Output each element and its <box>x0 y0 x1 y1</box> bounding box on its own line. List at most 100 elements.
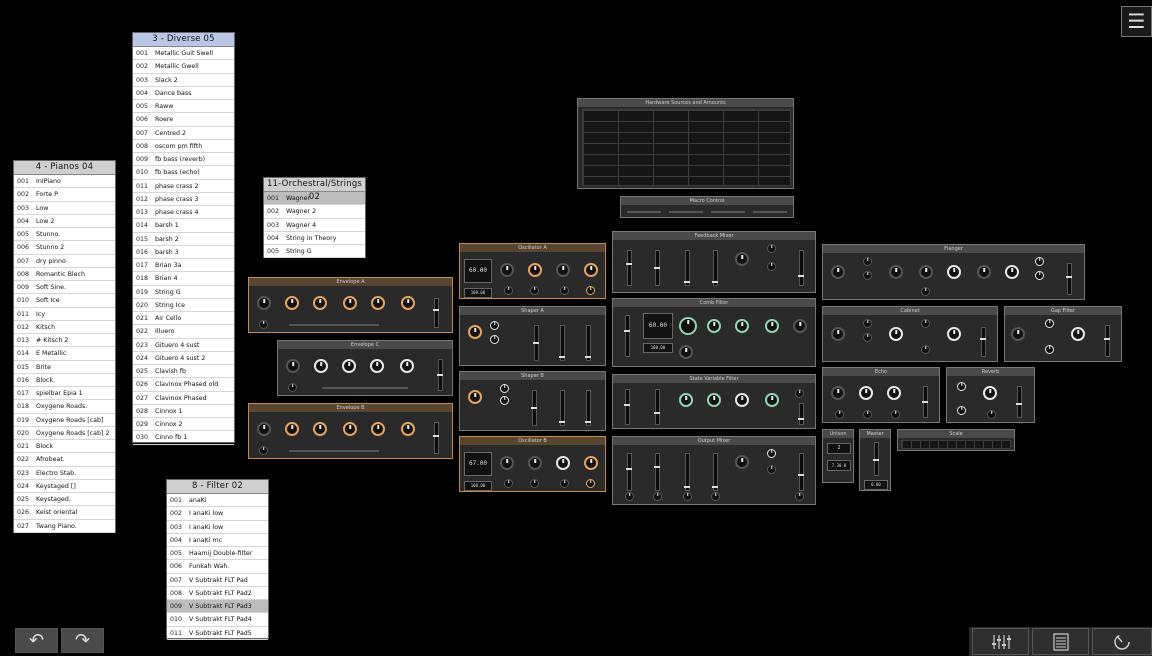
env-a-small-knob[interactable] <box>259 320 268 329</box>
env-c-slider[interactable] <box>322 387 408 389</box>
env-c-sustain-knob[interactable] <box>370 359 384 373</box>
preset-row[interactable]: 015 barsh 2 <box>133 233 234 246</box>
sound-view-button[interactable] <box>1092 628 1152 655</box>
env-a-decay2-knob[interactable] <box>371 296 385 310</box>
preset-row[interactable]: 023 Gituero 4 sust <box>133 339 234 352</box>
cabinet-knob-1[interactable] <box>831 327 845 341</box>
preset-row[interactable]: 005 Stunno. <box>14 228 115 242</box>
macro-slider-d[interactable] <box>753 211 787 213</box>
scale-module[interactable]: Scale <box>897 429 1015 451</box>
shaper-b-fader-2[interactable] <box>559 390 565 426</box>
envelope-c-module[interactable]: Envelope C <box>277 340 453 396</box>
cabinet-small-knob-2[interactable] <box>863 333 872 342</box>
preset-row[interactable]: 014 barsh 1 <box>133 219 234 233</box>
echo-module[interactable]: Echo <box>822 367 940 423</box>
preset-row[interactable]: 006 Stunno 2 <box>14 241 115 255</box>
echo-small-knob-1[interactable] <box>835 410 844 419</box>
preset-row[interactable]: 002 Metallic Gwell <box>133 60 234 74</box>
fb-mixer-fader-4[interactable] <box>712 250 718 286</box>
env-b-slider[interactable] <box>289 450 379 452</box>
env-a-attack-knob[interactable] <box>285 296 299 310</box>
osc-a-sub-display[interactable]: 100.00 <box>464 288 492 298</box>
shaper-b-fader-1[interactable] <box>531 390 537 426</box>
env-a-release-knob[interactable] <box>401 296 415 310</box>
preset-row[interactable]: 002 Forte P <box>14 188 115 202</box>
preset-row[interactable]: 020 String Ice <box>133 299 234 312</box>
preset-row[interactable]: 013 # Kitsch 2 <box>14 334 115 348</box>
gap-small-knob-1[interactable] <box>1045 319 1054 328</box>
flanger-small-knob-4[interactable] <box>1035 271 1044 280</box>
env-c-small-knob[interactable] <box>288 383 297 392</box>
osc-a-small-knob-2[interactable] <box>530 286 539 295</box>
shaper-a-fader-2[interactable] <box>559 325 565 361</box>
env-a-slider[interactable] <box>289 324 379 326</box>
osc-b-sub-display[interactable]: 100.00 <box>464 481 492 491</box>
shaper-b-fader-3[interactable] <box>585 390 591 426</box>
osc-b-knob-1[interactable] <box>500 456 514 470</box>
env-a-breakpoint-knob[interactable] <box>343 296 357 310</box>
preset-row[interactable]: 008 V Subtrakt FLT Pad2 <box>167 587 268 600</box>
preset-row[interactable]: 026 Clavinox Phased old <box>133 378 234 392</box>
env-c-attack-knob[interactable] <box>314 359 328 373</box>
preset-row[interactable]: 017 Brian 3a <box>133 259 234 273</box>
preset-row[interactable]: 014 E Metallic <box>14 347 115 361</box>
macro-slider-b[interactable] <box>669 211 703 213</box>
flanger-knob-1[interactable] <box>831 265 845 279</box>
cabinet-small-knob-4[interactable] <box>921 345 930 354</box>
env-b-knob[interactable] <box>257 422 271 436</box>
comb-filter-module[interactable]: Comb Filter 60.00 100.00 <box>612 298 816 367</box>
preset-row[interactable]: 020 Oxygene Roads [cab] 2 <box>14 427 115 440</box>
preset-row[interactable]: 010 Soft Ice <box>14 294 115 308</box>
out-mixer-fader-1[interactable] <box>626 453 632 491</box>
out-mixer-bottom-knob-4[interactable] <box>711 492 720 501</box>
master-volume-fader[interactable] <box>873 442 879 476</box>
osc-a-knob-1[interactable] <box>500 263 514 277</box>
out-mixer-fader-4[interactable] <box>712 453 718 491</box>
comb-knob-2[interactable] <box>707 319 721 333</box>
macro-control-module[interactable]: Macro Control <box>620 196 794 218</box>
comb-knob-3[interactable] <box>735 319 749 333</box>
flanger-knob-6[interactable] <box>1005 265 1019 279</box>
echo-small-knob-2[interactable] <box>863 410 872 419</box>
preset-row[interactable]: 012 Kitsch <box>14 321 115 334</box>
preset-row[interactable]: 016 Block. <box>14 374 115 387</box>
env-b-release-knob[interactable] <box>401 422 415 436</box>
oscillator-a-module[interactable]: Oscillator A 60.00 100.00 <box>459 243 606 299</box>
cabinet-small-knob-1[interactable] <box>863 319 872 328</box>
echo-knob-2[interactable] <box>859 386 873 400</box>
preset-row[interactable]: 022 Afrobeat. <box>14 453 115 467</box>
osc-b-small-knob-2[interactable] <box>530 479 539 488</box>
shaper-b-small-knob-1[interactable] <box>500 384 509 393</box>
comb-knob-6[interactable] <box>679 345 693 359</box>
preset-row[interactable]: 027 Twang Piano. <box>14 520 115 533</box>
osc-a-small-knob-1[interactable] <box>504 286 513 295</box>
scale-grid[interactable] <box>901 440 1011 449</box>
out-mixer-bottom-knob-5[interactable] <box>795 492 804 501</box>
preset-view-button[interactable] <box>1032 628 1089 655</box>
svf-resonance-knob[interactable] <box>707 393 721 407</box>
preset-row[interactable]: 024 Gituero 4 sust 2 <box>133 352 234 365</box>
env-b-fader[interactable] <box>433 422 439 454</box>
gap-small-knob-2[interactable] <box>1045 345 1054 354</box>
svf-fm-knob[interactable] <box>765 393 779 407</box>
preset-row[interactable]: 023 Electro Stab. <box>14 467 115 480</box>
preset-row[interactable]: 007 dry pinno <box>14 255 115 268</box>
svf-fader-2[interactable] <box>654 389 660 425</box>
preset-row[interactable]: 005 String G <box>264 245 365 259</box>
macro-slider-a[interactable] <box>627 211 661 213</box>
hardware-sources-module[interactable]: Hardware Sources and Amounts <box>577 98 794 189</box>
fb-mixer-small-knob-2[interactable] <box>767 262 776 271</box>
preset-row[interactable]: 002 Wagner 2 <box>264 205 365 219</box>
out-mixer-bottom-knob-2[interactable] <box>653 492 662 501</box>
env-b-decay2-knob[interactable] <box>371 422 385 436</box>
unison-voices-display[interactable]: 2 <box>827 443 851 454</box>
cabinet-knob-3[interactable] <box>947 327 961 341</box>
preset-row[interactable]: 025 Clavish fb <box>133 365 234 379</box>
out-mixer-knob-1[interactable] <box>735 455 749 469</box>
preset-row[interactable]: 009 V Subtrakt FLT Pad3 <box>167 600 268 614</box>
cabinet-knob-2[interactable] <box>889 327 903 341</box>
state-variable-filter-module[interactable]: State Variable Filter <box>612 374 816 429</box>
master-module[interactable]: Master 0.00 <box>859 429 891 491</box>
redo-button[interactable]: ↷ <box>61 628 104 653</box>
preset-row[interactable]: 026 Keist oriental <box>14 506 115 520</box>
